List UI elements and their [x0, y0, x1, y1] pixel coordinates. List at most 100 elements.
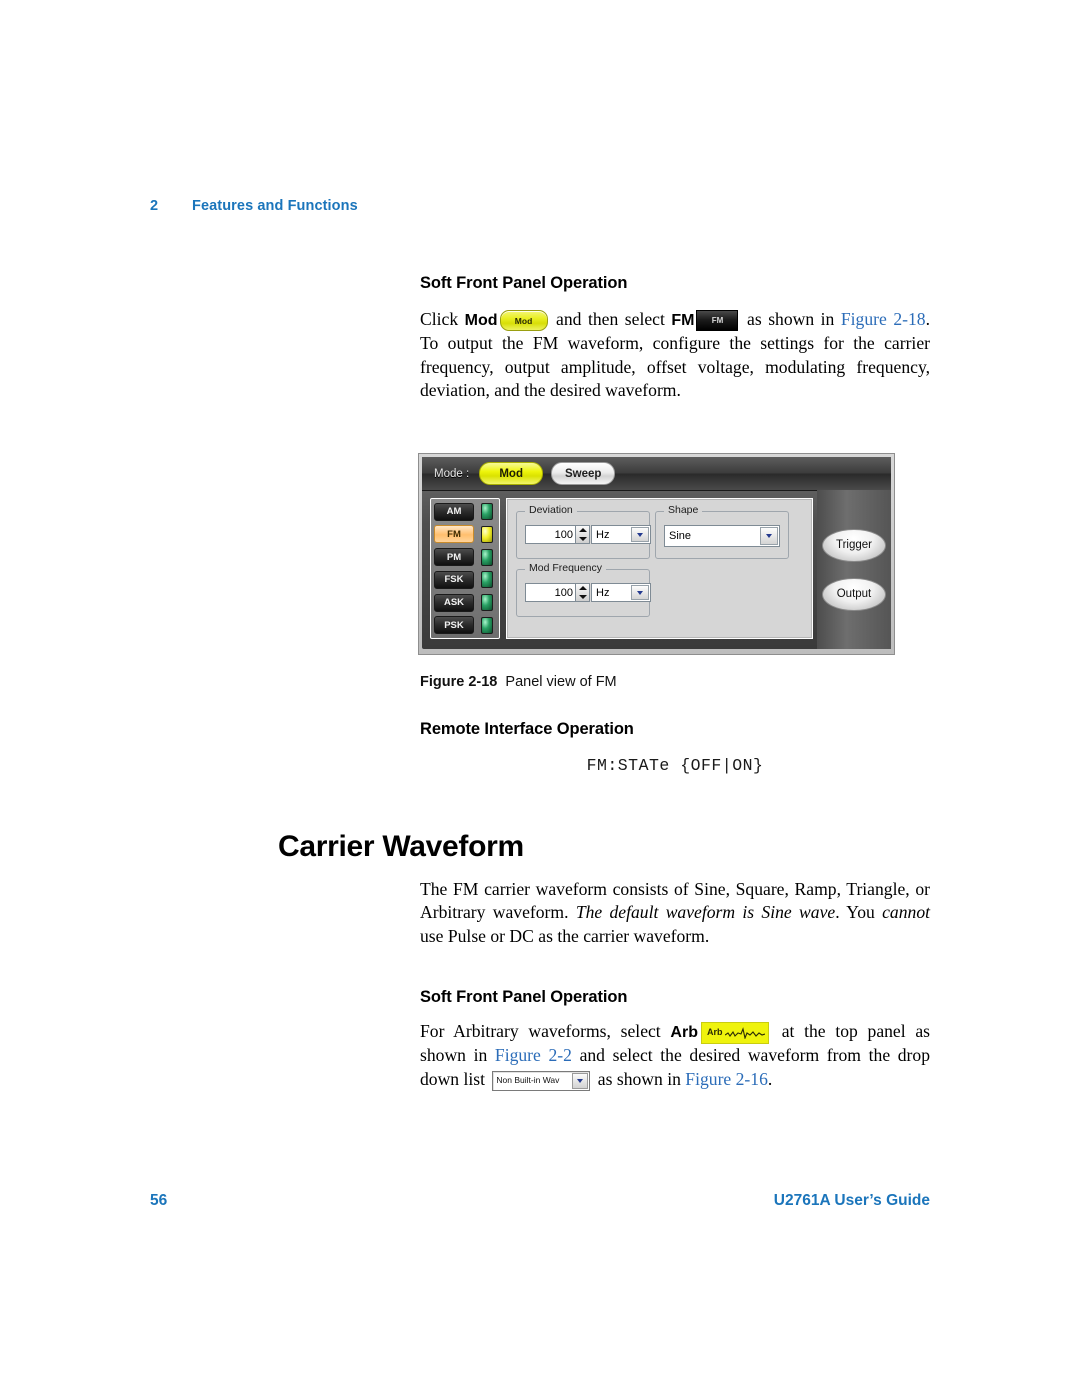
figure-panel-view-of-fm: Mode : Mod Sweep AM FM PM FSK ASK PSK De…	[418, 453, 895, 655]
mod-frequency-unit-value: Hz	[596, 586, 610, 599]
mode-button-sweep[interactable]: Sweep	[551, 462, 616, 485]
shape-select[interactable]: Sine	[664, 525, 780, 547]
modulation-button-am[interactable]: AM	[434, 502, 474, 521]
panel-mode-bar: Mode : Mod Sweep	[422, 457, 891, 491]
non-built-in-wav-dropdown-value: Non Built-in Wav	[496, 1075, 560, 1086]
group-shape-legend: Shape	[664, 504, 703, 516]
modulation-button-ask[interactable]: ASK	[434, 593, 474, 612]
chapter-title: Features and Functions	[192, 198, 358, 214]
led-indicator-fm	[481, 525, 493, 543]
mod-button-inline-label: Mod	[514, 315, 533, 326]
para1-text-1: Click	[420, 309, 465, 329]
chevron-down-icon[interactable]	[631, 527, 649, 542]
fm-button-inline[interactable]: FM	[696, 310, 739, 332]
led-indicator-am	[481, 503, 493, 520]
modulation-button-fm-label: FM	[447, 528, 461, 540]
para1-text-2: and then select	[549, 309, 672, 329]
panel-settings-area: Deviation 100 Hz Mod Frequency 100 Hz Sh…	[506, 498, 813, 639]
stepper-down-icon[interactable]	[578, 594, 587, 599]
modulation-button-ask-label: ASK	[443, 597, 465, 609]
deviation-value-input[interactable]: 100	[525, 525, 575, 544]
led-indicator-fsk	[481, 571, 493, 589]
deviation-stepper[interactable]	[575, 525, 590, 544]
panel-action-button-column: Trigger Output	[817, 490, 891, 649]
chevron-down-icon[interactable]	[572, 1072, 589, 1089]
deviation-unit-select[interactable]: Hz	[591, 525, 651, 544]
mod-button-inline[interactable]: Mod	[499, 310, 548, 332]
led-indicator-pm	[481, 548, 493, 566]
modulation-button-psk-label: PSK	[444, 619, 464, 631]
mod-frequency-unit-select[interactable]: Hz	[591, 583, 651, 602]
waveform-icon	[725, 1027, 766, 1039]
para2-text-4: as shown in	[593, 1068, 686, 1089]
output-button[interactable]: Output	[822, 577, 886, 611]
arb-button-inline[interactable]: Arb	[700, 1021, 769, 1044]
mod-frequency-stepper[interactable]	[575, 583, 590, 602]
chevron-down-icon[interactable]	[760, 527, 778, 545]
group-deviation-legend: Deviation	[525, 504, 577, 516]
modulation-button-psk[interactable]: PSK	[434, 616, 474, 635]
chevron-down-icon[interactable]	[631, 585, 649, 600]
carrier-text-2: . You	[835, 902, 883, 923]
link-figure-2-2[interactable]: Figure 2-2	[495, 1045, 572, 1065]
non-built-in-wav-dropdown-inline[interactable]: Non Built-in Wav	[492, 1070, 591, 1091]
stepper-up-icon[interactable]	[578, 528, 587, 533]
footer-page-number: 56	[150, 1192, 168, 1209]
paragraph-carrier-waveform: The FM carrier waveform consists of Sine…	[420, 878, 930, 948]
footer-guide-title: U2761A User’s Guide	[773, 1192, 930, 1209]
modulation-row-psk[interactable]: PSK	[434, 616, 496, 635]
para2-text-1: For Arbitrary waveforms, select	[420, 1021, 671, 1041]
led-indicator-ask	[481, 594, 493, 612]
mode-button-mod[interactable]: Mod	[479, 462, 544, 485]
mode-label: Mode :	[434, 467, 470, 480]
document-page: 2 Features and Functions Soft Front Panel…	[0, 0, 1080, 1397]
figure-caption: Figure 2-18 Panel view of FM	[420, 674, 930, 690]
panel-body: Mode : Mod Sweep AM FM PM FSK ASK PSK De…	[422, 457, 891, 649]
running-header: 2 Features and Functions	[150, 198, 358, 214]
para1-bold-mod: Mod	[464, 312, 498, 329]
stepper-down-icon[interactable]	[578, 536, 587, 541]
scpi-command: FM:STATe {OFF|ON}	[586, 756, 764, 775]
heading-soft-front-panel-operation-1: Soft Front Panel Operation	[420, 274, 628, 292]
para1-bold-fm: FM	[671, 312, 695, 329]
deviation-spinner[interactable]: 100 Hz	[525, 525, 651, 544]
modulation-selector-column: AM FM PM FSK ASK PSK	[430, 498, 500, 639]
paragraph-soft-front-panel-1: Click Mod Mod and then select FM FM as sho…	[420, 308, 930, 403]
deviation-unit-value: Hz	[596, 528, 610, 541]
heading-remote-interface-operation: Remote Interface Operation	[420, 720, 634, 738]
modulation-button-fm[interactable]: FM	[434, 525, 474, 544]
stepper-up-icon[interactable]	[578, 586, 587, 591]
heading-soft-front-panel-operation-2: Soft Front Panel Operation	[420, 988, 628, 1006]
modulation-row-fm[interactable]: FM	[434, 525, 496, 544]
figure-caption-text: Panel view of FM	[505, 674, 617, 690]
trigger-button-label: Trigger	[836, 539, 872, 551]
modulation-button-pm[interactable]: PM	[434, 548, 474, 567]
carrier-italic-1: The default waveform is Sine wave	[575, 902, 836, 923]
mod-frequency-value-input[interactable]: 100	[525, 583, 575, 602]
panel-work-area: AM FM PM FSK ASK PSK Deviation 100 Hz Mo…	[422, 490, 891, 649]
modulation-row-ask[interactable]: ASK	[434, 593, 496, 612]
para2-text-5: .	[767, 1068, 773, 1089]
mod-frequency-spinner[interactable]: 100 Hz	[525, 583, 651, 602]
page-title-carrier-waveform: Carrier Waveform	[278, 830, 524, 863]
group-deviation: Deviation 100 Hz	[516, 504, 651, 559]
mode-button-sweep-label: Sweep	[564, 467, 602, 480]
link-figure-2-18[interactable]: Figure 2-18	[841, 309, 926, 329]
figure-caption-label: Figure 2-18	[420, 674, 498, 690]
modulation-button-am-label: AM	[446, 506, 462, 517]
para1-text-3: as shown in	[740, 309, 841, 329]
modulation-button-fsk-label: FSK	[444, 574, 464, 586]
paragraph-soft-front-panel-2: For Arbitrary waveforms, select Arb Arb a…	[420, 1020, 930, 1091]
modulation-row-fsk[interactable]: FSK	[434, 570, 496, 589]
output-button-label: Output	[836, 588, 872, 600]
modulation-row-am[interactable]: AM	[434, 502, 496, 521]
modulation-button-fsk[interactable]: FSK	[434, 570, 474, 589]
chapter-number: 2	[150, 198, 159, 214]
trigger-button[interactable]: Trigger	[822, 528, 886, 562]
modulation-row-pm[interactable]: PM	[434, 548, 496, 567]
shape-select-value: Sine	[669, 530, 692, 542]
group-mod-frequency: Mod Frequency 100 Hz	[516, 562, 651, 617]
arb-button-inline-label: Arb	[706, 1027, 723, 1038]
link-figure-2-16[interactable]: Figure 2-16	[685, 1069, 768, 1089]
carrier-italic-2: cannot	[882, 902, 931, 923]
